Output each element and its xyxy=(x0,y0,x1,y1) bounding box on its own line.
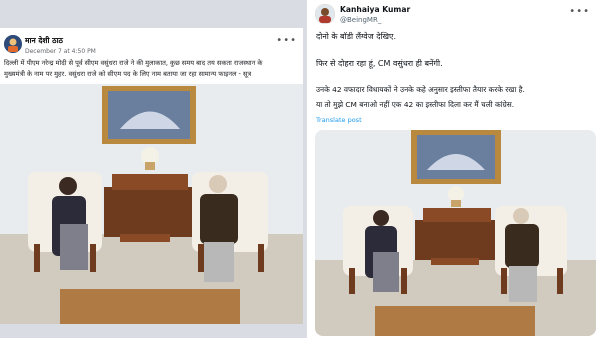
tweet-author-name[interactable]: Kanhaiya Kumar xyxy=(340,5,410,14)
author-name[interactable]: मान देशी ठाठ xyxy=(25,36,63,46)
post-text-line-1: दिल्ली में पीएम नरेन्द्र मोदी से पूर्व स… xyxy=(4,59,263,67)
facebook-post-card: मान देशी ठाठ December 7 at 4:50 PM ••• द… xyxy=(0,28,303,324)
tweet-line-4: या तो मुझे CM बनाओ नहीं एक 42 का इस्तीफा… xyxy=(316,100,515,109)
post-timestamp[interactable]: December 7 at 4:50 PM xyxy=(25,48,96,55)
meeting-photo-illustration xyxy=(315,130,596,336)
tweet-avatar[interactable] xyxy=(315,4,335,24)
tweet-line-2: फिर से दोहरा रहा हूं, CM वसुंधरा ही बनें… xyxy=(316,59,443,68)
meeting-photo-illustration xyxy=(0,84,303,324)
tweet-photo[interactable] xyxy=(315,130,596,336)
more-options-icon[interactable]: ••• xyxy=(276,35,297,46)
post-text-line-2: मुख्यमंत्री के नाम पर मुहर. वसुंधरा राजे… xyxy=(4,70,252,78)
tweet-card: Kanhaiya Kumar @BeingMR_ ••• दोनो के बॉड… xyxy=(307,0,600,338)
page-avatar[interactable] xyxy=(4,35,22,53)
translate-post-link[interactable]: Translate post xyxy=(316,116,362,124)
tweet-handle[interactable]: @BeingMR_ xyxy=(340,16,381,24)
tweet-more-options-icon[interactable]: ••• xyxy=(569,6,590,17)
tweet-line-1: दोनो के बॉडी लैंग्वेज देखिए. xyxy=(316,32,397,41)
post-photo[interactable] xyxy=(0,84,303,324)
tweet-line-3: उनके 42 वफादार विधायकों ने उनके कहे अनुस… xyxy=(316,85,525,94)
